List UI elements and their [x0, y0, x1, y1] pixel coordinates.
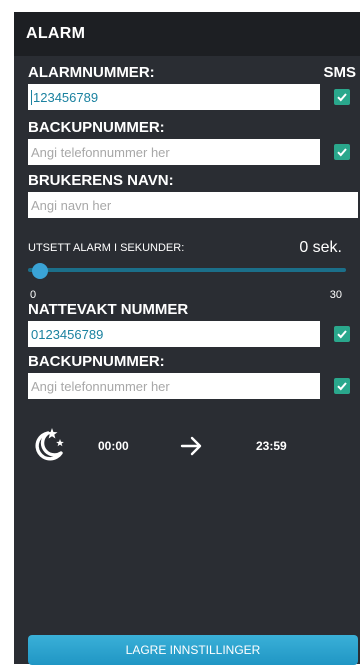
page-title: ALARM: [26, 25, 86, 42]
user-name-input[interactable]: Angi navn her: [28, 192, 358, 218]
nightwatch-backup-input[interactable]: Angi telefonnummer her: [28, 373, 320, 399]
slider-min-label: 0: [30, 289, 37, 301]
nightwatch-backup-sms-checkbox[interactable]: [334, 378, 350, 394]
nightwatch-backup-placeholder: Angi telefonnummer her: [31, 378, 170, 394]
check-icon: [337, 330, 347, 339]
slider-max-label: 30: [329, 289, 342, 301]
night-schedule-row: 00:00 23:59: [28, 426, 348, 466]
nightwatch-backup-label: BACKUPNUMMER:: [28, 353, 165, 370]
night-start-time[interactable]: 00:00: [98, 439, 129, 453]
backup-number-placeholder: Angi telefonnummer her: [31, 144, 170, 160]
check-icon: [337, 148, 347, 157]
moon-stars-icon[interactable]: [28, 426, 68, 464]
backup-sms-checkbox[interactable]: [334, 144, 350, 160]
check-icon: [337, 93, 347, 102]
user-name-label: BRUKERENS NAVN:: [28, 172, 174, 189]
text-caret: [31, 89, 32, 105]
night-end-time[interactable]: 23:59: [256, 439, 287, 453]
delay-label: UTSETT ALARM I SEKUNDER:: [28, 242, 185, 254]
alarm-number-value: 123456789: [33, 89, 99, 105]
nightwatch-sms-checkbox[interactable]: [334, 326, 350, 342]
nightwatch-number-label: NATTEVAKT NUMMER: [28, 301, 189, 318]
backup-number-label: BACKUPNUMMER:: [28, 119, 165, 136]
user-name-placeholder: Angi navn her: [31, 197, 112, 213]
alarm-sms-checkbox[interactable]: [334, 89, 350, 105]
sms-column-label: SMS: [323, 64, 356, 81]
backup-number-input[interactable]: Angi telefonnummer her: [28, 139, 320, 165]
save-settings-button[interactable]: LAGRE INNSTILLINGER: [28, 635, 358, 665]
check-icon: [337, 382, 347, 391]
nightwatch-number-input[interactable]: 0123456789: [28, 321, 320, 347]
alarm-number-label: ALARMNUMMER:: [28, 64, 155, 81]
alarm-number-input[interactable]: 123456789: [28, 84, 320, 110]
delay-slider-track[interactable]: [28, 268, 346, 272]
alarm-settings-screen: ALARM ALARMNUMMER: SMS 123456789 BACKUPN…: [14, 12, 360, 665]
delay-slider-thumb[interactable]: [32, 263, 48, 279]
delay-value: 0 sek.: [299, 239, 342, 256]
nightwatch-number-value: 0123456789: [31, 326, 104, 342]
arrow-right-icon: [180, 436, 202, 456]
title-bar: ALARM: [14, 12, 360, 56]
